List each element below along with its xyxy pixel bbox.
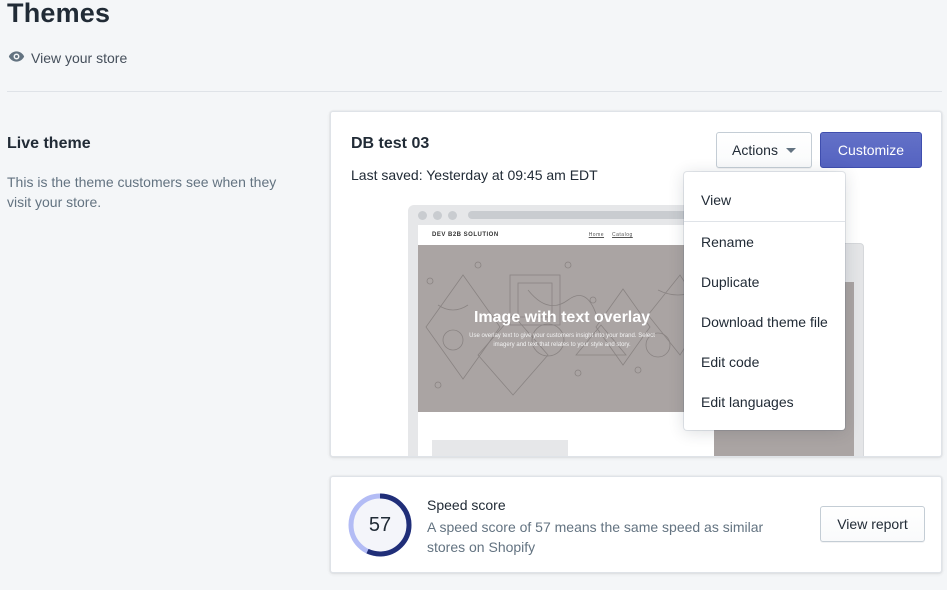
live-theme-heading: Live theme bbox=[7, 135, 91, 152]
preview-store-header: DEV B2B SOLUTION Home Catalog bbox=[418, 225, 706, 245]
last-saved-text: Last saved: Yesterday at 09:45 am EDT bbox=[351, 167, 598, 183]
browser-url-bar bbox=[468, 211, 698, 219]
menu-item-download-theme-file[interactable]: Download theme file bbox=[684, 304, 845, 340]
preview-hero-title: Image with text overlay bbox=[473, 309, 651, 326]
menu-divider bbox=[684, 221, 845, 222]
browser-dot-icon bbox=[433, 211, 442, 220]
browser-dot-icon bbox=[448, 211, 457, 220]
speed-score-value: 57 bbox=[368, 513, 392, 536]
preview-store-nav: Home Catalog bbox=[589, 232, 633, 238]
speed-score-description: A speed score of 57 means the same speed… bbox=[427, 519, 764, 555]
menu-item-edit-code[interactable]: Edit code bbox=[684, 344, 845, 380]
preview-hero-image: Image with text overlay Use overlay text… bbox=[418, 245, 706, 412]
actions-button[interactable]: Actions bbox=[716, 132, 812, 168]
live-theme-description: This is the theme customers see when the… bbox=[7, 174, 277, 210]
preview-screen: DEV B2B SOLUTION Home Catalog Image with… bbox=[418, 225, 706, 456]
menu-item-view[interactable]: View bbox=[684, 182, 845, 218]
view-report-button[interactable]: View report bbox=[820, 506, 925, 542]
theme-card: DB test 03 Last saved: Yesterday at 09:4… bbox=[330, 111, 942, 457]
browser-dot-icon bbox=[418, 211, 427, 220]
preview-store-name: DEV B2B SOLUTION bbox=[432, 232, 499, 238]
actions-menu: View Rename Duplicate Download theme fil… bbox=[684, 172, 845, 430]
menu-item-edit-languages[interactable]: Edit languages bbox=[684, 384, 845, 420]
header-divider bbox=[7, 91, 942, 92]
preview-content-block bbox=[432, 440, 568, 456]
preview-nav-item: Home bbox=[588, 232, 605, 238]
preview-nav-item: Catalog bbox=[612, 232, 633, 238]
page-title: Themes bbox=[7, 0, 111, 28]
preview-hero-subtitle: Use overlay text to give your customers … bbox=[469, 333, 655, 348]
desktop-preview-frame[interactable]: DEV B2B SOLUTION Home Catalog Image with… bbox=[408, 205, 706, 456]
actions-button-label: Actions bbox=[732, 142, 778, 158]
menu-item-duplicate[interactable]: Duplicate bbox=[684, 264, 845, 300]
speed-score-card: 57 Speed score A speed score of 57 means… bbox=[330, 476, 942, 573]
menu-item-rename[interactable]: Rename bbox=[684, 224, 845, 260]
view-store-link[interactable]: View your store bbox=[8, 48, 127, 68]
theme-name: DB test 03 bbox=[351, 135, 430, 152]
customize-button[interactable]: Customize bbox=[820, 132, 922, 168]
hero-sketch-illustration bbox=[425, 261, 706, 396]
view-store-label: View your store bbox=[31, 50, 128, 66]
eye-icon bbox=[8, 48, 25, 68]
caret-down-icon bbox=[785, 147, 796, 153]
speed-score-title: Speed score bbox=[427, 497, 506, 513]
